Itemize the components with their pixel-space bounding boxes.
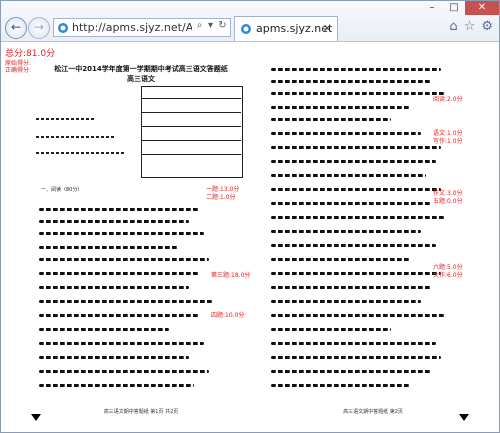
dropdown-icon[interactable]: ▾ <box>205 20 216 31</box>
refresh-icon[interactable]: ↻ <box>217 20 228 31</box>
back-button[interactable]: ← <box>5 17 27 39</box>
toolbar-right: ⌂ ☆ ⚙ <box>449 19 493 34</box>
section-heading: 一、阅读（80分） <box>41 187 83 193</box>
minimize-button[interactable]: – <box>421 1 443 15</box>
window-controls: – □ ✕ <box>421 1 499 15</box>
maximize-button[interactable]: □ <box>443 1 465 15</box>
score-mark: 大作:6.0分 <box>433 272 463 279</box>
tab-close-icon[interactable]: ✕ <box>323 22 332 35</box>
browser-window: – □ ✕ ← → http://apms.sjyz.net/APMS_P ⌕ … <box>0 0 500 433</box>
home-icon[interactable]: ⌂ <box>449 19 457 34</box>
document-viewer: 总分:81.0分 原始得分:14.0分 正确得分:6.0分 松江一中2014学年… <box>1 42 499 432</box>
address-bar[interactable]: http://apms.sjyz.net/APMS_P ⌕ ▾ ↻ <box>53 18 231 37</box>
search-icon[interactable]: ⌕ <box>194 20 205 31</box>
answer-sheet-page-1: 松江一中2014学年度第一学期期中考试高三语文答题纸 高三语文 一、阅读（80分… <box>31 60 251 415</box>
score-mark: 阅读:2.0分 <box>433 96 463 103</box>
browser-tab[interactable]: apms.sjyz.net ✕ <box>234 16 338 41</box>
address-url[interactable]: http://apms.sjyz.net/APMS_P <box>72 21 192 34</box>
settings-gear-icon[interactable]: ⚙ <box>481 19 493 34</box>
browser-chrome: – □ ✕ ← → http://apms.sjyz.net/APMS_P ⌕ … <box>1 1 499 42</box>
answer-sheet-page-2: 高三语文期中答题纸 第2页 <box>263 60 483 415</box>
score-mark: 五题:0.0分 <box>433 198 463 205</box>
score-mark: 二题:1.0分 <box>206 194 236 201</box>
score-mark: 写作:1.0分 <box>433 138 463 145</box>
score-table <box>141 86 243 178</box>
forward-arrow-icon: → <box>33 20 45 34</box>
close-button[interactable]: ✕ <box>465 1 499 15</box>
score-mark: 第三题:18.0分 <box>211 272 251 279</box>
page-footer: 高三语文期中答题纸 第2页 <box>343 409 403 415</box>
forward-button[interactable]: → <box>28 17 50 39</box>
ie-page-icon <box>58 23 68 33</box>
ie-page-icon <box>241 24 251 34</box>
sheet-subtitle: 高三语文 <box>127 75 155 83</box>
back-arrow-icon: ← <box>10 20 22 34</box>
page-footer: 高三语文期中答题纸 第1页 共2页 <box>103 409 179 415</box>
favorites-star-icon[interactable]: ☆ <box>464 19 476 34</box>
sheet-title: 松江一中2014学年度第一学期期中考试高三语文答题纸 <box>54 65 228 73</box>
score-mark: 四题:10.0分 <box>211 312 245 319</box>
tab-title: apms.sjyz.net <box>256 22 333 35</box>
